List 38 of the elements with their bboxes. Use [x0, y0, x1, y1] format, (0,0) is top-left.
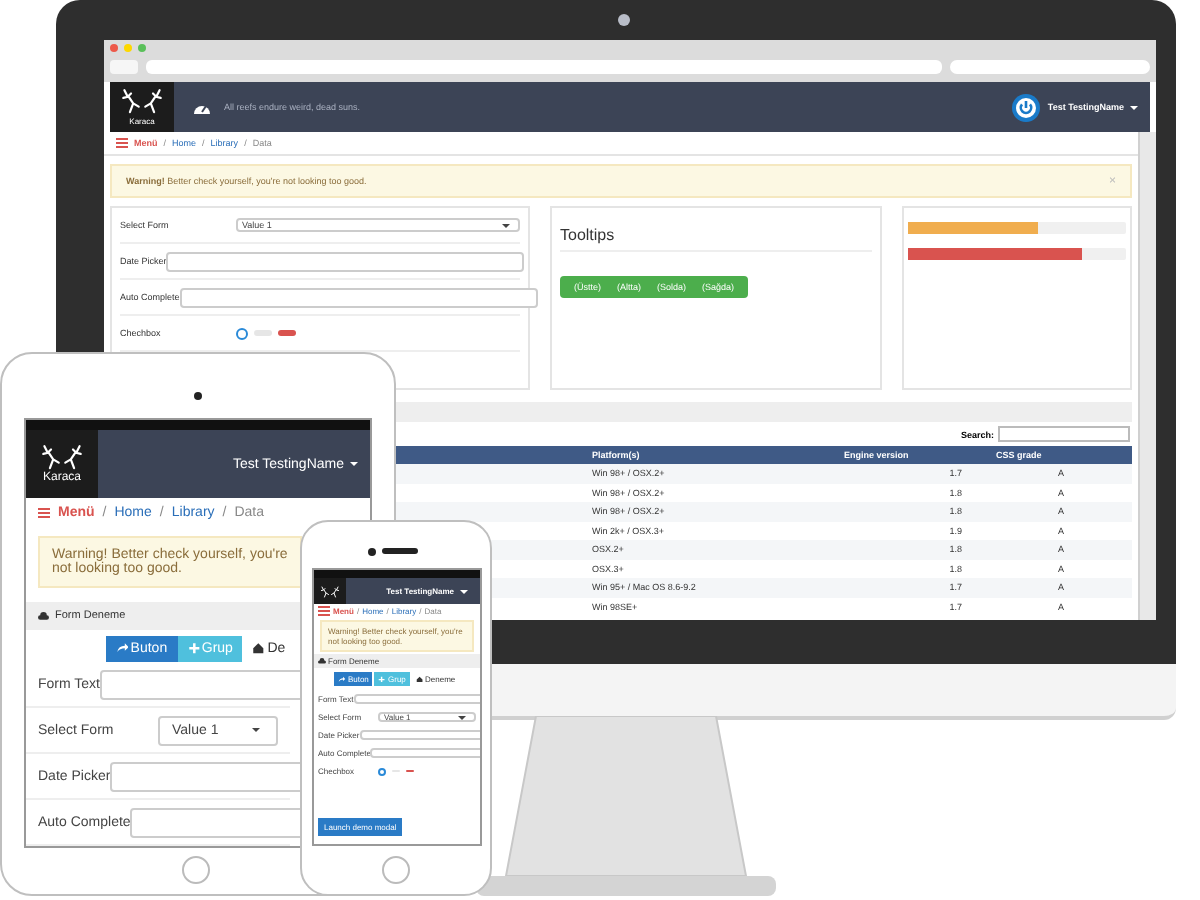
caret-icon	[1130, 105, 1138, 109]
home-button[interactable]	[182, 856, 210, 884]
caret-icon	[502, 223, 510, 227]
deer-logo-icon	[40, 444, 84, 472]
plus-icon	[187, 642, 200, 656]
caret-icon	[252, 728, 260, 732]
search-bar[interactable]	[950, 60, 1150, 74]
radio-button[interactable]	[236, 327, 248, 339]
deer-logo-icon	[320, 585, 340, 597]
menu-icon	[116, 138, 128, 148]
camera-icon	[368, 548, 376, 556]
input-field[interactable]	[166, 251, 525, 271]
search-field[interactable]	[998, 426, 1130, 442]
caret-icon	[350, 462, 358, 466]
scrollbar[interactable]	[1138, 132, 1156, 620]
panel-title: Tooltips	[560, 208, 872, 252]
radio-button[interactable]	[378, 767, 386, 775]
plus-icon	[378, 675, 386, 683]
camera-icon	[618, 14, 630, 26]
cloud-icon	[318, 658, 326, 664]
deer-logo-icon	[120, 88, 164, 116]
share-icon	[116, 642, 129, 656]
menu-icon	[318, 606, 330, 616]
home-icon	[252, 642, 266, 656]
address-bar[interactable]	[146, 60, 942, 74]
cloud-icon	[38, 612, 49, 620]
input-field[interactable]	[179, 287, 538, 307]
power-icon	[1011, 93, 1040, 121]
home-button[interactable]	[382, 856, 410, 884]
speaker-icon	[382, 548, 418, 554]
caret-icon	[460, 589, 468, 593]
home-icon	[415, 675, 423, 683]
share-icon	[338, 675, 346, 683]
logo[interactable]	[314, 578, 346, 604]
menu-icon	[38, 507, 50, 518]
camera-icon	[194, 392, 202, 400]
back-forward-icon[interactable]	[110, 60, 138, 74]
caret-icon	[458, 715, 466, 719]
